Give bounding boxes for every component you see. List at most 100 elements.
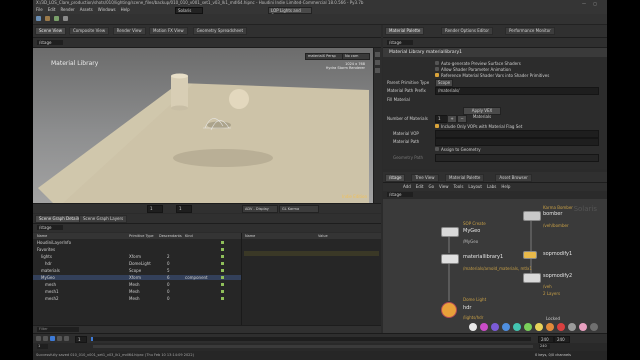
- parent-prim-type-menu[interactable]: Scope: [435, 79, 453, 87]
- visibility-icon[interactable]: [221, 262, 224, 265]
- network-menu-tools[interactable]: Tools: [454, 184, 464, 190]
- table-row[interactable]: HoudiniLayerInfo: [33, 240, 241, 245]
- network-menu-layout[interactable]: Layout: [468, 184, 482, 190]
- render-menu[interactable]: No cam: [342, 53, 370, 60]
- network-tab-1[interactable]: Tree View: [411, 174, 439, 182]
- timeline-ruler[interactable]: [91, 337, 531, 341]
- params-path[interactable]: /stage: [387, 40, 413, 45]
- shelf-tool-icon[interactable]: [45, 16, 50, 21]
- col-descendants[interactable]: Descendants: [159, 233, 182, 239]
- scene-graph-path[interactable]: /stage: [37, 225, 63, 230]
- include-vops-check[interactable]: Include Only VOPs with Material Flag Set: [435, 124, 522, 129]
- viewport[interactable]: Material Library materialX Persp No cam …: [33, 48, 373, 203]
- tab-scene-view[interactable]: Scene View: [35, 27, 66, 35]
- tab-motion-fx-view[interactable]: Motion FX View: [149, 27, 188, 35]
- color-swatch[interactable]: [480, 323, 488, 331]
- menu-item-file[interactable]: File: [36, 7, 43, 13]
- tab-render-view[interactable]: Render View: [112, 27, 146, 35]
- apply-vex-button[interactable]: Apply VEX Materials: [463, 107, 501, 119]
- window-controls[interactable]: — ▢ ✕: [582, 1, 604, 11]
- display-menu[interactable]: ADV - Display: [242, 205, 278, 213]
- node-mygeo-label[interactable]: MyGeo: [463, 228, 480, 234]
- node-sopmodify1[interactable]: [523, 251, 537, 259]
- color-swatch[interactable]: [546, 323, 554, 331]
- frame-field[interactable]: 1: [147, 205, 163, 213]
- check-auto-preview[interactable]: Auto-generate Preview Surface Shaders: [435, 61, 521, 66]
- tab-performance-monitor[interactable]: Performance Monitor: [505, 27, 555, 35]
- remove-material-button[interactable]: −: [457, 115, 467, 123]
- detail-col-name[interactable]: Name: [245, 233, 255, 239]
- assign-geometry-check[interactable]: Assign to Geometry: [435, 147, 481, 152]
- visibility-icon[interactable]: [221, 269, 224, 272]
- color-swatch[interactable]: [469, 323, 477, 331]
- table-row[interactable]: mesh1 Mesh 0: [33, 289, 241, 294]
- viewport-path[interactable]: /stage: [37, 40, 63, 45]
- network-menu-labs[interactable]: Labs: [487, 184, 496, 190]
- col-kind[interactable]: Kind: [185, 233, 193, 239]
- frame-field-2[interactable]: 1: [176, 205, 192, 213]
- workspace-tab[interactable]: LOP Lights and Cameras: [268, 7, 312, 18]
- menu-item-render[interactable]: Render: [60, 7, 74, 13]
- node-bomber[interactable]: [523, 211, 541, 221]
- color-swatch[interactable]: [590, 323, 598, 331]
- material-path-prefix-field[interactable]: /materials/: [435, 87, 599, 95]
- network-menu-help[interactable]: Help: [501, 184, 510, 190]
- tab-scene-graph-layers[interactable]: Scene Graph Layers: [79, 215, 128, 223]
- visibility-icon[interactable]: [221, 276, 224, 279]
- desktop-selector[interactable]: Solaris: [175, 7, 203, 14]
- color-swatch[interactable]: [557, 323, 565, 331]
- shelf-tool-icon[interactable]: [54, 16, 59, 21]
- skip-start-icon[interactable]: [36, 336, 41, 341]
- color-swatch[interactable]: [513, 323, 521, 331]
- color-swatch[interactable]: [491, 323, 499, 331]
- material-vop-field[interactable]: [435, 130, 599, 138]
- detail-col-value[interactable]: Value: [318, 233, 328, 239]
- menu-item-assets[interactable]: Assets: [80, 7, 93, 13]
- node-sopmodify2[interactable]: [523, 273, 541, 283]
- lighting-icon[interactable]: [375, 60, 380, 65]
- node-materiallibrary-label[interactable]: materiallibrary1: [463, 254, 503, 260]
- col-primitive-type[interactable]: Primitive Type: [129, 233, 154, 239]
- play-icon[interactable]: [50, 336, 55, 341]
- node-sopmodify1-label[interactable]: sopmodify1: [543, 251, 572, 257]
- end-frame-field[interactable]: 240: [538, 336, 554, 343]
- visibility-icon[interactable]: [221, 290, 224, 293]
- menu-item-help[interactable]: Help: [121, 7, 130, 13]
- visibility-icon[interactable]: [221, 248, 224, 251]
- step-forward-icon[interactable]: [57, 336, 62, 341]
- skip-end-icon[interactable]: [64, 336, 69, 341]
- network-menu-view[interactable]: View: [439, 184, 449, 190]
- network-menu-add[interactable]: Add: [403, 184, 411, 190]
- add-material-button[interactable]: +: [447, 115, 457, 123]
- visibility-icon[interactable]: [221, 241, 224, 244]
- network-canvas[interactable]: Solaris SOP Create MyGeo /MyGeo material…: [383, 199, 607, 333]
- visibility-icon[interactable]: [221, 255, 224, 258]
- table-row[interactable]: mesh Mesh 0: [33, 282, 241, 287]
- table-row[interactable]: MyGeo Xform 6 component: [33, 275, 241, 280]
- network-path[interactable]: /stage: [387, 192, 413, 197]
- table-row[interactable]: Favorites: [33, 247, 241, 252]
- network-tab-0[interactable]: /stage: [385, 174, 406, 182]
- shelf-tool-icon[interactable]: [36, 16, 41, 21]
- shading-icon[interactable]: [375, 68, 380, 73]
- camera-menu[interactable]: materialX Persp: [305, 53, 343, 60]
- range-slider[interactable]: [93, 345, 533, 348]
- color-swatch[interactable]: [502, 323, 510, 331]
- menu-item-edit[interactable]: Edit: [48, 7, 56, 13]
- tab-material-palette[interactable]: Material Palette: [385, 27, 425, 35]
- network-menu-edit[interactable]: Edit: [416, 184, 424, 190]
- display-options-icon[interactable]: [375, 52, 380, 57]
- color-swatch[interactable]: [579, 323, 587, 331]
- step-back-icon[interactable]: [43, 336, 48, 341]
- tab-render-options[interactable]: Render Options Editor: [441, 27, 494, 35]
- render-delegate-menu[interactable]: GL Karma: [279, 205, 319, 213]
- fill-section-label[interactable]: Fill Material: [387, 97, 410, 102]
- node-materiallibrary[interactable]: [441, 254, 459, 264]
- range-end-field[interactable]: 240: [539, 344, 550, 349]
- geometry-path-field[interactable]: [435, 154, 599, 162]
- check-reference-vars[interactable]: Reference Material Shader Vars into Shad…: [435, 73, 549, 78]
- color-swatch[interactable]: [524, 323, 532, 331]
- node-sopmodify2-label[interactable]: sopmodify2: [543, 273, 572, 279]
- table-row[interactable]: materials Scope 5: [33, 268, 241, 273]
- visibility-icon[interactable]: [221, 283, 224, 286]
